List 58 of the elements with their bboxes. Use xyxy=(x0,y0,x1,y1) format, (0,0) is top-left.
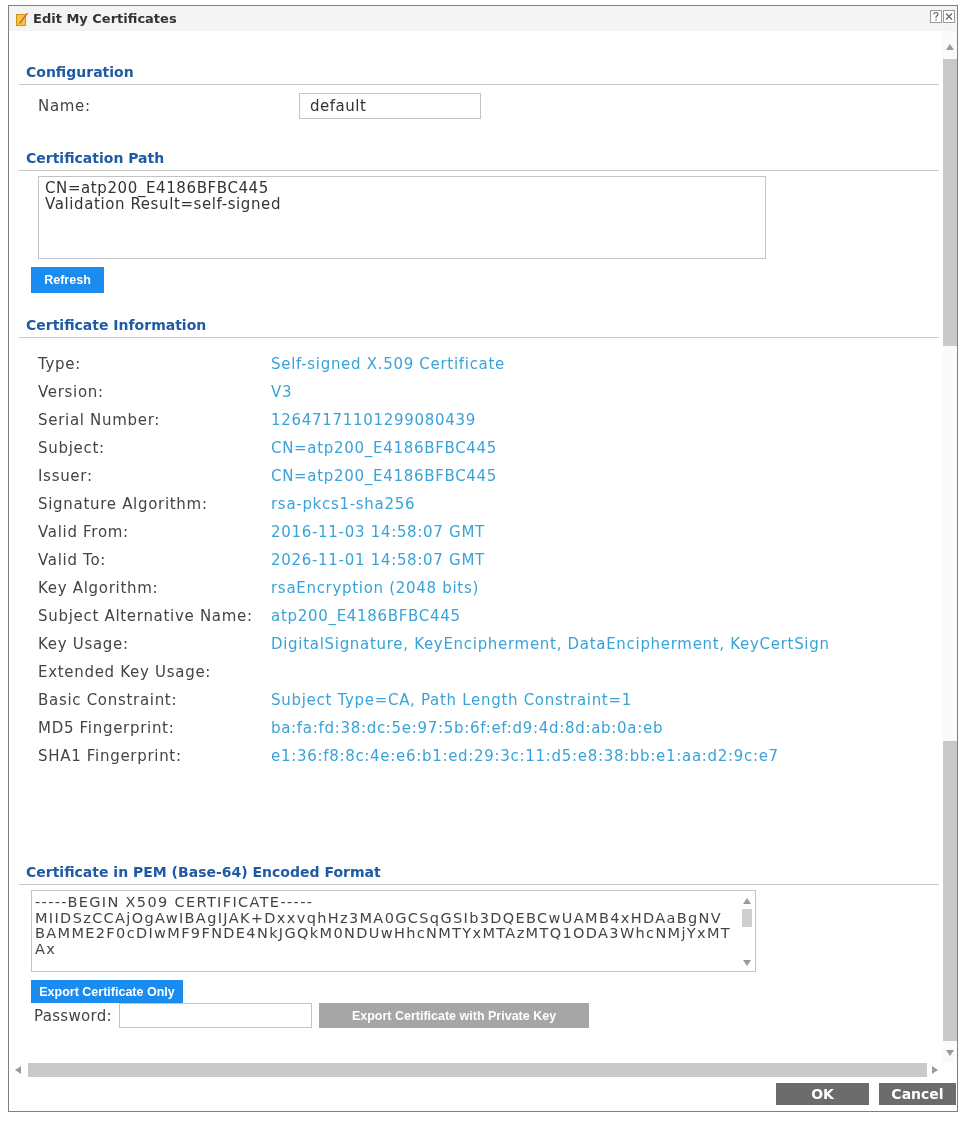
refresh-button[interactable]: Refresh xyxy=(31,267,104,293)
section-heading: Configuration xyxy=(19,63,939,85)
field-label: Extended Key Usage: xyxy=(38,663,213,681)
field-value: V3 xyxy=(271,383,294,401)
scrollbar-thumb[interactable] xyxy=(28,1063,927,1077)
field-value: ba:fa:fd:38:dc:5e:97:5b:6f:ef:d9:4d:8d:ab:0a:eb xyxy=(271,719,665,737)
field-label: Valid To: xyxy=(38,551,108,569)
scrollbar-thumb[interactable] xyxy=(943,59,957,346)
close-icon[interactable] xyxy=(943,10,955,23)
field-label: MD5 Fingerprint: xyxy=(38,719,176,737)
field-label: Type: xyxy=(38,355,82,373)
field-label: Issuer: xyxy=(38,467,94,485)
scroll-down-arrow-icon[interactable] xyxy=(743,959,751,967)
vertical-scrollbar[interactable] xyxy=(943,31,957,1063)
scrollbar-thumb[interactable] xyxy=(943,741,957,1041)
ok-button[interactable]: OK xyxy=(776,1083,869,1105)
field-value: 12647171101299080439 xyxy=(271,411,477,429)
scroll-up-arrow-icon[interactable] xyxy=(743,897,751,905)
export-certificate-button[interactable]: Export Certificate Only xyxy=(31,980,183,1003)
field-label: Valid From: xyxy=(38,523,130,541)
help-icon[interactable] xyxy=(930,10,942,23)
field-value: Subject Type=CA, Path Length Constraint=1 xyxy=(271,691,633,709)
field-value: CN=atp200_E4186BFBC445 xyxy=(271,439,499,457)
field-label: SHA1 Fingerprint: xyxy=(38,747,183,765)
field-value: atp200_E4186BFBC445 xyxy=(271,607,462,625)
section-heading: Certificate in PEM (Base-64) Encoded Format xyxy=(19,863,939,885)
field-label: Subject: xyxy=(38,439,106,457)
scroll-down-arrow-icon[interactable] xyxy=(946,1049,954,1057)
field-value: rsaEncryption (2048 bits) xyxy=(271,579,480,597)
pem-text-area[interactable]: -----BEGIN X509 CERTIFICATE----- MIIDSzCCAjOgAwIBAgIJAK+DxxvqhHz3MA0GCSqGSIb3DQEBCwUAMB4xHDAaBgNV BAMME2F0cDIwMF9FNDE4NkJGQkM0NDUwHhcNMTYxMTAzMTQ1ODA3WhcNMjYxMT Ax xyxy=(31,890,756,972)
field-label: Key Algorithm: xyxy=(38,579,160,597)
field-value: e1:36:f8:8c:4e:e6:b1:ed:29:3c:11:d5:e8:38:bb:e1:aa:d2:9c:e7 xyxy=(271,747,780,765)
password-input-field[interactable] xyxy=(119,1003,312,1028)
scroll-right-arrow-icon[interactable] xyxy=(931,1066,939,1074)
field-label: Basic Constraint: xyxy=(38,691,179,709)
scroll-left-arrow-icon[interactable] xyxy=(14,1066,22,1074)
name-input-field[interactable]: default xyxy=(299,93,481,119)
field-label: Signature Algorithm: xyxy=(38,495,209,513)
cancel-button[interactable]: Cancel xyxy=(879,1083,956,1105)
section-heading: Certificate Information xyxy=(19,316,939,338)
field-value: Self-signed X.509 Certificate xyxy=(271,355,506,373)
window-title: Edit My Certificates xyxy=(33,11,178,26)
edit-note-icon xyxy=(16,12,28,26)
field-label: Subject Alternative Name: xyxy=(38,607,254,625)
field-label: Password: xyxy=(34,1006,112,1025)
certification-path-text-area[interactable]: CN=atp200_E4186BFBC445 Validation Result=self-signed xyxy=(38,176,766,259)
scrollbar-thumb[interactable] xyxy=(742,909,752,927)
field-label: Key Usage: xyxy=(38,635,130,653)
field-label: Serial Number: xyxy=(38,411,162,429)
field-value: CN=atp200_E4186BFBC445 xyxy=(271,467,499,485)
section-heading: Certification Path xyxy=(19,149,939,171)
scroll-up-arrow-icon[interactable] xyxy=(946,43,954,51)
field-value: 2016-11-03 14:58:07 GMT xyxy=(271,523,486,541)
field-value: DigitalSignature, KeyEncipherment, DataEncipherment, KeyCertSign xyxy=(271,635,831,653)
field-label: Name: xyxy=(38,97,92,115)
field-value: 2026-11-01 14:58:07 GMT xyxy=(271,551,486,569)
field-label: Version: xyxy=(38,383,105,401)
field-value: rsa-pkcs1-sha256 xyxy=(271,495,417,513)
